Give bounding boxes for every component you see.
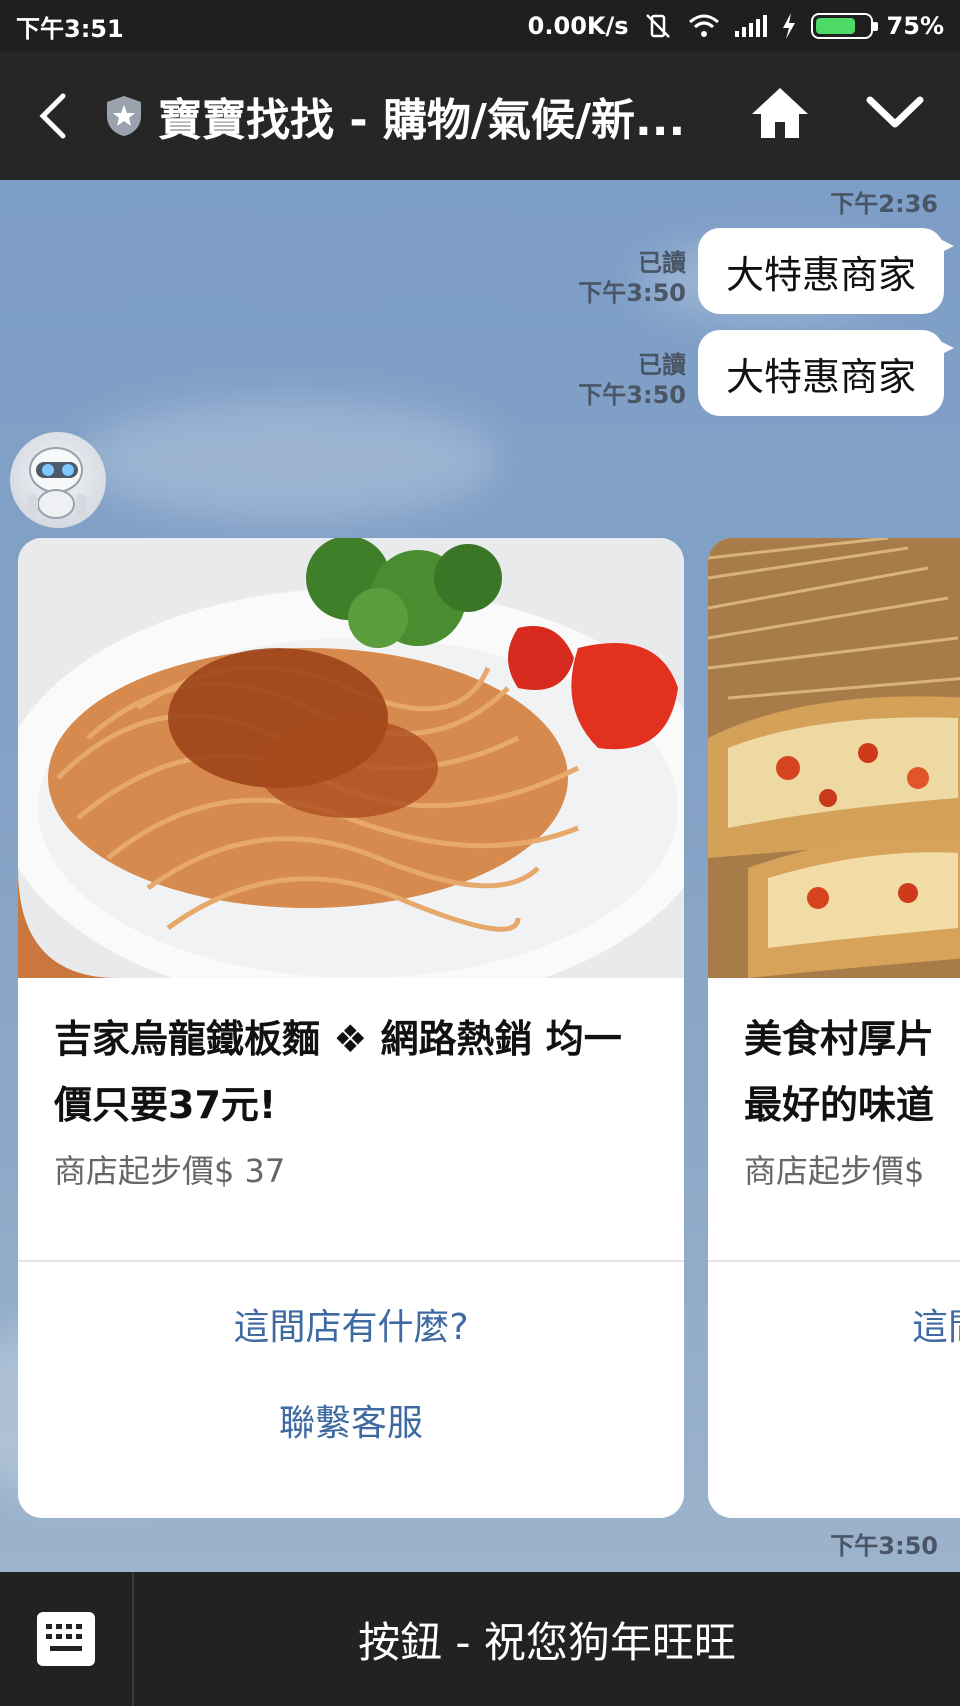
robot-icon	[28, 447, 86, 519]
divider	[708, 1260, 960, 1262]
message-meta: 已讀 下午3:50	[578, 248, 686, 308]
charging-icon	[782, 13, 795, 39]
pizza-toast-image[interactable]	[708, 538, 960, 978]
sent-message: 已讀 下午3:50 大特惠商家	[578, 228, 955, 314]
card-body: 吉家烏龍鐵板麵 ❖ 網路熱銷 均一價只要37元! 商店起步價$ 37	[18, 978, 684, 1260]
read-receipt: 已讀	[637, 351, 686, 379]
vibrate-off-icon	[645, 14, 670, 38]
status-time: 下午3:51	[16, 14, 124, 43]
title-bar: 寶寶找找 - 購物/氣候/新...	[0, 52, 960, 180]
bot-avatar[interactable]	[10, 432, 106, 528]
keyboard-icon	[37, 1612, 95, 1666]
back-button[interactable]	[0, 52, 104, 180]
message-timestamp: 下午2:36	[830, 190, 938, 218]
wifi-icon	[688, 14, 719, 37]
battery-percent: 75%	[886, 12, 944, 40]
message-time: 下午3:50	[578, 279, 686, 307]
back-arrow-icon	[39, 93, 66, 139]
message-meta: 已讀 下午3:50	[578, 350, 686, 410]
home-icon[interactable]	[748, 80, 812, 144]
store-title: 美食村厚片 最好的味道	[744, 1017, 935, 1127]
read-receipt: 已讀	[637, 249, 686, 277]
store-price: 商店起步價$	[744, 1152, 925, 1190]
store-title: 吉家烏龍鐵板麵 ❖ 網路熱銷 均一價只要37元!	[54, 1017, 622, 1127]
keyboard-toggle-button[interactable]	[0, 1572, 134, 1706]
store-card: 美食村厚片 最好的味道 商店起步價$ 這間店有什麼?	[708, 538, 960, 1518]
battery-icon	[810, 13, 878, 39]
status-indicators: 0.00K/s 75%	[528, 11, 944, 41]
chevron-down-icon[interactable]	[862, 80, 928, 144]
store-menu-link[interactable]: 這間店有什麼?	[18, 1280, 684, 1376]
store-menu-link[interactable]: 這間店有什麼?	[708, 1280, 960, 1376]
store-price: 商店起步價$ 37	[54, 1152, 286, 1190]
pasta-image[interactable]	[18, 538, 684, 978]
message-time: 下午3:50	[578, 381, 686, 409]
card-body: 美食村厚片 最好的味道 商店起步價$	[708, 978, 960, 1260]
store-card: 吉家烏龍鐵板麵 ❖ 網路熱銷 均一價只要37元! 商店起步價$ 37 這間店有什…	[18, 538, 684, 1518]
chat-area[interactable]: 下午2:36 已讀 下午3:50 大特惠商家 已讀 下午3:50 大特惠商家 吉…	[0, 180, 960, 1572]
rich-menu-toggle[interactable]: 按鈕 - 祝您狗年旺旺	[134, 1609, 960, 1670]
network-speed: 0.00K/s	[527, 12, 629, 40]
shield-icon	[107, 96, 141, 136]
battery-level	[815, 18, 855, 34]
sent-message: 已讀 下午3:50 大特惠商家	[578, 330, 955, 416]
status-bar: 下午3:51 0.00K/s 75%	[0, 0, 960, 52]
bottom-menu-bar: 按鈕 - 祝您狗年旺旺	[0, 1572, 960, 1706]
message-timestamp: 下午3:50	[830, 1532, 938, 1560]
page-title: 寶寶找找 - 購物/氣候/新...	[158, 95, 686, 146]
message-bubble[interactable]: 大特惠商家	[697, 330, 955, 416]
divider	[18, 1260, 684, 1262]
message-bubble[interactable]: 大特惠商家	[697, 228, 955, 314]
contact-support-link[interactable]: 聯繫客服	[18, 1376, 684, 1472]
signal-icon	[734, 15, 767, 37]
